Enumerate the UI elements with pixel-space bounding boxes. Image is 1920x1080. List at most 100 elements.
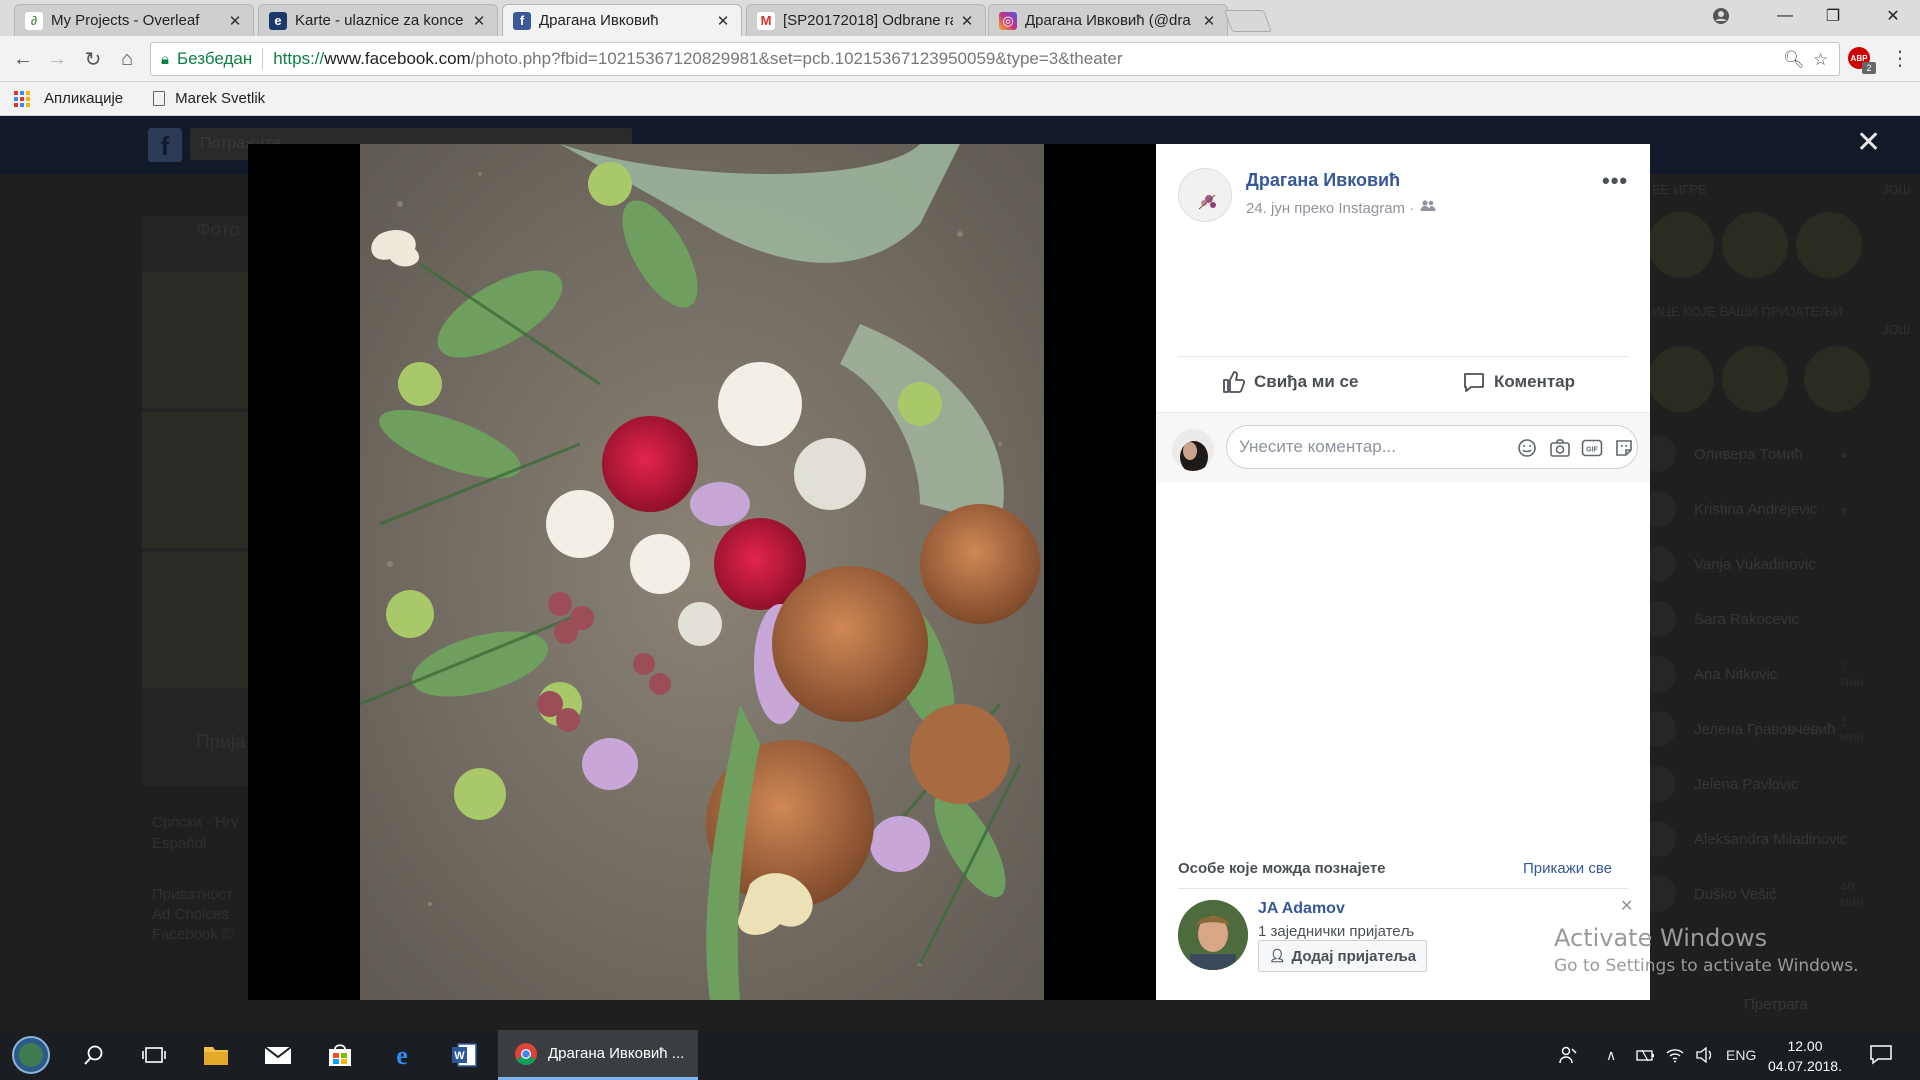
pymk-person-name[interactable]: JA Adamov: [1258, 900, 1345, 918]
mail-icon[interactable]: [256, 1030, 300, 1080]
post-options-icon[interactable]: •••: [1602, 168, 1628, 194]
address-bar[interactable]: 🔒︎ Безбедан https://www.facebook.com/pho…: [150, 42, 1840, 76]
task-view-icon[interactable]: [132, 1030, 176, 1080]
chrome-icon: [515, 1042, 537, 1065]
bouquet-photo[interactable]: [360, 144, 1044, 1000]
tab-instagram[interactable]: ◎ Драгана Ивковић (@dra ✕: [988, 4, 1228, 36]
tab-overleaf[interactable]: ∂ My Projects - Overleaf ✕: [14, 4, 254, 36]
sticker-icon[interactable]: [1613, 437, 1635, 459]
search-icon[interactable]: [72, 1030, 116, 1080]
dismiss-suggestion-icon[interactable]: ✕: [1620, 896, 1633, 916]
show-hidden-icons-icon[interactable]: ∧: [1606, 1030, 1616, 1080]
chat-contact[interactable]: Duško Vešić 40 мин: [1640, 874, 1863, 914]
bookmark-label: Marek Svetlik: [175, 90, 266, 107]
photo-thumbnail[interactable]: [142, 272, 248, 408]
post-meta: 24. јун преко Instagram ·: [1246, 199, 1436, 217]
bookmarks-bar: Апликације Marek Svetlik: [0, 82, 1920, 116]
game-thumbnail[interactable]: [1796, 212, 1862, 278]
friends-icon[interactable]: [1420, 199, 1436, 217]
battery-icon[interactable]: [1636, 1030, 1656, 1080]
photo-thumbnail[interactable]: [142, 552, 248, 688]
clock-time: 12.00: [1787, 1038, 1823, 1054]
add-friend-icon: 👤︎: [1269, 948, 1286, 963]
lock-icon: 🔒︎: [161, 50, 169, 68]
word-icon[interactable]: W: [442, 1030, 486, 1080]
contact-name: Kristina Andrejevic: [1694, 500, 1818, 518]
edge-icon[interactable]: e: [380, 1030, 424, 1080]
home-icon[interactable]: ⌂: [114, 46, 140, 72]
chat-contact[interactable]: Sara Rakocevic: [1640, 599, 1799, 639]
game-thumbnail[interactable]: [1722, 346, 1788, 412]
back-icon[interactable]: ←: [10, 46, 36, 72]
like-button[interactable]: Свиђа ми се: [1222, 370, 1358, 394]
windows-start-icon: [12, 1036, 50, 1074]
post-date[interactable]: 24. јун преко Instagram ·: [1246, 200, 1414, 217]
gif-icon[interactable]: GIF: [1581, 437, 1603, 459]
tab-gmail[interactable]: M [SP20172018] Odbrane ra ✕: [746, 4, 986, 36]
chat-contact[interactable]: Aleksandra Miladinovic: [1640, 819, 1847, 859]
game-thumbnail[interactable]: [1804, 346, 1870, 412]
minimize-button[interactable]: —: [1758, 0, 1812, 32]
input-language[interactable]: ENG: [1726, 1030, 1756, 1080]
chat-contact[interactable]: Jelena Pavlovic: [1640, 764, 1798, 804]
tab-strip: ∂ My Projects - Overleaf ✕ e Karte - ula…: [0, 0, 1920, 36]
store-icon[interactable]: [318, 1030, 362, 1080]
bookmark-apps[interactable]: Апликације: [44, 90, 123, 107]
author-avatar[interactable]: [1178, 168, 1232, 222]
chat-contact[interactable]: Vanja Vukadinovic: [1640, 544, 1816, 584]
close-theater-icon[interactable]: ✕: [1856, 128, 1881, 158]
tab-facebook[interactable]: f Драгана Ивковић ✕: [502, 4, 742, 36]
add-friend-button[interactable]: 👤︎ Додај пријатеља: [1258, 940, 1428, 972]
system-clock[interactable]: 12.00 04.07.2018.: [1760, 1036, 1850, 1076]
reload-icon[interactable]: ↻: [80, 46, 106, 72]
zoom-icon[interactable]: 🔍︎: [1783, 50, 1805, 70]
chat-contact[interactable]: Ana Nitkovic 7 мин: [1640, 654, 1863, 694]
chrome-menu-icon[interactable]: ⋮: [1890, 46, 1910, 71]
close-window-button[interactable]: ✕: [1866, 0, 1920, 32]
footer-link: Ad Choices: [152, 906, 229, 923]
tab-eventim[interactable]: e Karte - ulaznice za konce ✕: [258, 4, 498, 36]
tab-close-icon[interactable]: ✕: [227, 12, 243, 30]
profile-icon[interactable]: [1694, 0, 1748, 32]
forward-icon[interactable]: →: [44, 46, 70, 72]
comment-button[interactable]: Коментар: [1462, 370, 1575, 394]
pymk-mutual-friends[interactable]: 1 заједнички пријатељ: [1258, 923, 1414, 940]
section-title-photos: Фото: [196, 220, 240, 241]
wifi-icon[interactable]: [1666, 1030, 1684, 1080]
taskbar-chrome-button[interactable]: Драгана Ивковић ...: [498, 1030, 698, 1080]
chat-contact[interactable]: Kristina Andrejevic ●: [1640, 489, 1848, 529]
clock-date: 04.07.2018.: [1768, 1058, 1842, 1074]
comment-input[interactable]: [1226, 425, 1638, 469]
facebook-logo-icon[interactable]: f: [148, 128, 182, 162]
activate-windows-watermark: Activate Windows Go to Settings to activ…: [1554, 924, 1859, 976]
adblock-count-badge: 2: [1862, 62, 1876, 74]
contact-name: Sara Rakocevic: [1694, 610, 1800, 628]
tab-close-icon[interactable]: ✕: [959, 12, 975, 30]
tab-close-icon[interactable]: ✕: [471, 12, 487, 30]
chat-contact[interactable]: Јелена Гравовчевић 1 мин: [1640, 709, 1863, 749]
restore-button[interactable]: ❐: [1806, 0, 1860, 32]
chat-search[interactable]: Претрага: [1744, 984, 1808, 1024]
pymk-avatar[interactable]: [1178, 900, 1248, 970]
chat-contact[interactable]: Оливера Томић ●: [1640, 434, 1848, 474]
notifications-icon[interactable]: [1870, 1030, 1892, 1080]
new-tab-button[interactable]: [1223, 10, 1273, 32]
camera-icon[interactable]: [1549, 437, 1571, 459]
pymk-see-all-link[interactable]: Прикажи све: [1523, 860, 1612, 877]
author-name-link[interactable]: Драгана Ивковић: [1246, 170, 1400, 191]
game-thumbnail[interactable]: [1722, 212, 1788, 278]
file-explorer-icon[interactable]: [194, 1030, 238, 1080]
game-thumbnail[interactable]: [1648, 212, 1714, 278]
emoji-icon[interactable]: [1516, 437, 1538, 459]
bookmark-star-icon[interactable]: ☆: [1813, 50, 1828, 70]
tab-close-icon[interactable]: ✕: [1201, 12, 1217, 30]
volume-icon[interactable]: [1696, 1030, 1714, 1080]
security-label: Безбедан: [176, 49, 253, 68]
people-icon[interactable]: [1558, 1030, 1578, 1080]
bookmark-marek-svetlik[interactable]: Marek Svetlik: [137, 90, 265, 107]
photo-thumbnail[interactable]: [142, 412, 248, 548]
comment-bubble-icon: [1464, 373, 1484, 392]
game-thumbnail[interactable]: [1648, 346, 1714, 412]
tab-close-icon[interactable]: ✕: [715, 12, 731, 30]
start-button[interactable]: [8, 1030, 54, 1080]
